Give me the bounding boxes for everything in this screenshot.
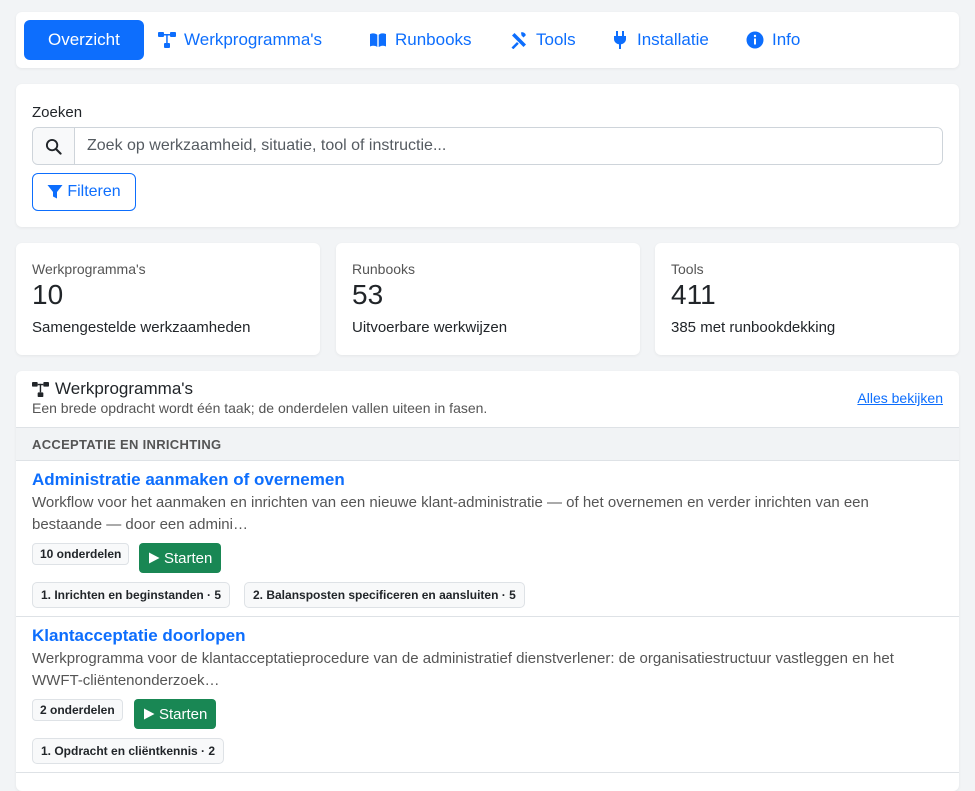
phase-chip: 1. Opdracht en cliëntkennis · 2 xyxy=(32,738,225,764)
nav-label-tools: Tools xyxy=(536,30,576,49)
stat-title: Tools xyxy=(671,261,704,277)
plug-icon xyxy=(614,31,626,49)
start-button[interactable]: Starten xyxy=(134,699,217,729)
stat-card-runbooks: Runbooks 53 Uitvoerbare werkwijzen xyxy=(336,243,640,355)
phase-chip: 1. Inrichten en beginstanden · 5 xyxy=(32,582,231,608)
play-icon xyxy=(144,708,155,720)
workprograms-title: Werkprogramma's xyxy=(55,379,194,398)
stat-value: 10 xyxy=(32,279,64,310)
info-icon xyxy=(746,31,764,49)
workprograms-header: Werkprogramma's xyxy=(32,379,193,399)
filter-button[interactable]: Filteren xyxy=(32,173,136,211)
nav-tab-info[interactable]: Info xyxy=(736,20,810,60)
sitemap-icon xyxy=(158,32,176,48)
filter-label: Filteren xyxy=(67,183,121,200)
workprogram-title-link[interactable]: Administratie aanmaken of overnemen xyxy=(32,470,345,490)
stat-subtitle: Uitvoerbare werkwijzen xyxy=(352,319,508,336)
nav-tab-installatie[interactable]: Installatie xyxy=(601,20,719,60)
filter-icon xyxy=(47,185,63,199)
phase-chip: 2. Balansposten specificeren en aansluit… xyxy=(244,582,525,608)
start-button[interactable]: Starten xyxy=(139,543,222,573)
workprograms-subtitle: Een brede opdracht wordt één taak; de on… xyxy=(32,400,488,416)
stat-title: Runbooks xyxy=(352,261,416,277)
workprogram-title-link[interactable]: Klantacceptatie doorlopen xyxy=(32,626,245,646)
stat-subtitle: 385 met runbookdekking xyxy=(671,319,836,336)
section-header: ACCEPTATIE EN INRICHTING xyxy=(16,427,959,461)
workprogram-description: Workflow voor het aanmaken en inrichten … xyxy=(32,494,869,533)
parts-count-badge: 10 onderdelen xyxy=(32,543,130,565)
start-label: Starten xyxy=(164,549,213,567)
nav-tab-tools[interactable]: Tools xyxy=(500,20,586,60)
workprograms-panel: Werkprogramma's Een brede opdracht wordt… xyxy=(16,371,959,791)
parts-count-badge: 2 onderdelen xyxy=(32,699,123,721)
view-all-link[interactable]: Alles bekijken xyxy=(857,390,943,406)
nav-tab-werkprogrammas[interactable]: Werkprogramma's xyxy=(148,20,332,60)
book-icon xyxy=(370,33,386,47)
search-addon xyxy=(33,128,75,164)
start-label: Starten xyxy=(159,705,208,723)
nav-label-info: Info xyxy=(772,30,801,49)
nav-label-overzicht: Overzicht xyxy=(48,30,120,49)
tools-icon xyxy=(511,32,526,49)
search-panel: Zoeken Filteren xyxy=(16,84,959,227)
workprogram-description: Werkprogramma voor de klantacceptatiepro… xyxy=(32,650,894,689)
stat-value: 411 xyxy=(671,279,716,310)
stat-title: Werkprogramma's xyxy=(32,261,146,277)
nav-label-runbooks: Runbooks xyxy=(395,30,472,49)
search-icon xyxy=(45,138,62,155)
sitemap-icon xyxy=(32,381,49,397)
stat-card-werkprogrammas: Werkprogramma's 10 Samengestelde werkzaa… xyxy=(16,243,320,355)
search-label: Zoeken xyxy=(32,104,83,121)
main-navigation: Overzicht Werkprogramma's Runbooks Tools… xyxy=(16,12,959,68)
stat-value: 53 xyxy=(352,279,384,310)
search-input[interactable] xyxy=(75,128,942,164)
nav-label-installatie: Installatie xyxy=(637,30,709,49)
play-icon xyxy=(149,552,160,564)
nav-tab-runbooks[interactable]: Runbooks xyxy=(359,20,482,60)
workprogram-item: Administratie aanmaken of overnemen Work… xyxy=(16,461,959,617)
stat-subtitle: Samengestelde werkzaamheden xyxy=(32,319,251,336)
nav-label-werkprogrammas: Werkprogramma's xyxy=(184,30,323,49)
search-group xyxy=(32,127,943,165)
workprogram-item: Klantacceptatie doorlopen Werkprogramma … xyxy=(16,617,959,773)
stat-card-tools: Tools 411 385 met runbookdekking xyxy=(655,243,959,355)
nav-tab-overzicht[interactable]: Overzicht xyxy=(24,20,144,60)
